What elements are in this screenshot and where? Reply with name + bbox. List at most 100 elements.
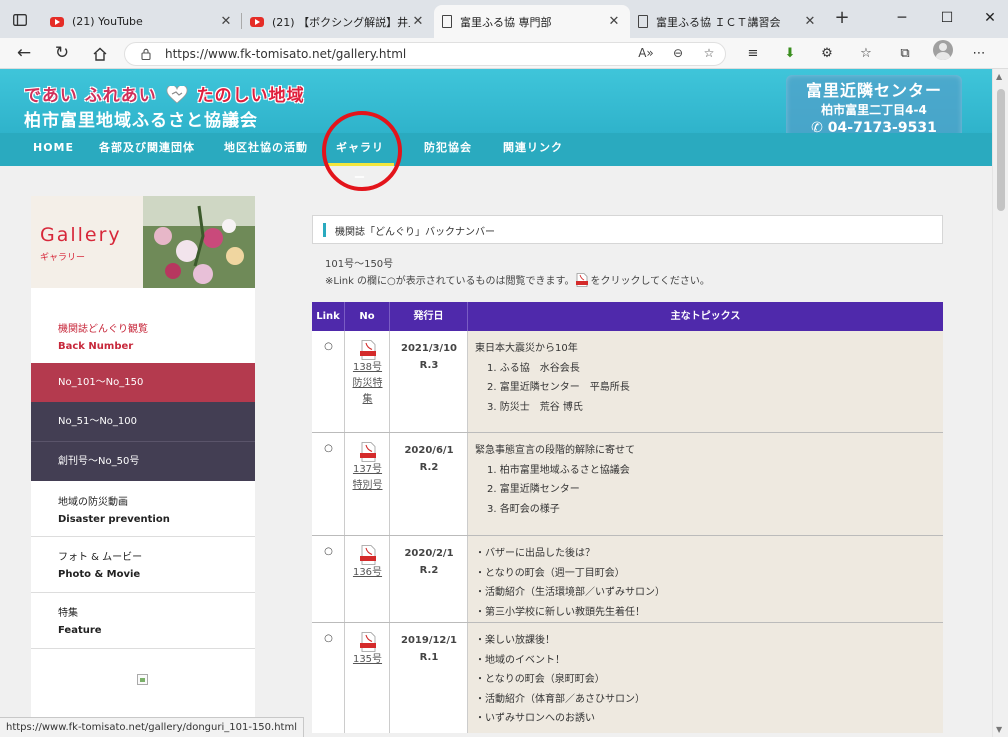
tab-title: 富里ふる協 ＩＣＴ講習会	[656, 15, 781, 29]
sidebar-item-label: 機関誌どんぐり観覧	[58, 324, 148, 335]
issue-link[interactable]: 136号	[349, 565, 386, 581]
reading-icon[interactable]: ≡	[744, 45, 762, 63]
scroll-down-icon[interactable]: ▼	[996, 725, 1002, 734]
sidebar-item-label-en: Back Number	[58, 341, 134, 352]
issue-topics: ・バザーに出品した後は？ ・となりの町会（週一丁目町会） ・活動紹介（生活環境部…	[475, 548, 665, 618]
sidebar-item-label-en: Photo & Movie	[58, 569, 141, 580]
read-aloud-icon[interactable]: A»	[637, 46, 655, 60]
sidebar-item-feature[interactable]: 特集 Feature	[31, 604, 255, 636]
browser-tab-active[interactable]: 富里ふる協 専門部 ✕	[434, 5, 630, 38]
tab-title: 富里ふる協 専門部	[460, 15, 552, 29]
issue-link[interactable]: 135号	[349, 652, 386, 668]
gallery-banner: Gallery ギャラリー	[31, 196, 255, 288]
window-close-button[interactable]: ✕	[975, 6, 1005, 30]
table-row: ○ 136号 2020/2/1 R.2 ・バザーに出品した後は？ ・となりの町会（…	[312, 536, 943, 623]
sidebar-item-label: 地域の防災動画	[58, 497, 128, 508]
pdf-icon[interactable]	[359, 340, 377, 360]
issue-date: 2019/12/1 R.1	[400, 635, 457, 663]
issue-date: 2020/2/1 R.2	[404, 548, 454, 576]
note-prefix: ※Link の欄に○が表示されているものは閲覧できます。	[325, 276, 575, 287]
page-viewport: であい ふれあい たのしい地域 柏市富里地域ふるさと協議会 富里近隣センター 柏…	[0, 69, 992, 737]
refresh-button[interactable]: ↻	[50, 42, 74, 66]
youtube-icon	[50, 16, 64, 27]
sidebar-subitem-1-50[interactable]: 創刊号～No_50号	[31, 442, 255, 481]
home-button[interactable]	[88, 42, 112, 66]
slogan-left: であい ふれあい	[24, 86, 157, 106]
nav-crime-prevention[interactable]: 防犯協会	[414, 133, 482, 166]
sidebar-item-back-number[interactable]: 機関誌どんぐり観覧 Back Number	[31, 320, 255, 352]
browser-tab-bar: (21) YouTube ✕ (21) 【ボクシング解説】井上尚弥に ✕ 富里ふ…	[0, 0, 1008, 38]
close-icon[interactable]: ✕	[218, 14, 234, 29]
sidebar: Gallery ギャラリー 機関誌どんぐり観覧 Back Number No_1…	[31, 196, 255, 726]
heart-handshake-icon	[166, 86, 188, 104]
section-heading: 機関誌「どんぐり」バックナンバー	[312, 215, 943, 244]
issue-topics: 東日本大震災から10年 1. ふる協 水谷会長 2. 富里近隣センター 平島所長…	[475, 343, 630, 413]
close-icon[interactable]: ✕	[802, 14, 818, 29]
browser-tab-boxing[interactable]: (21) 【ボクシング解説】井上尚弥に ✕	[242, 5, 434, 38]
pdf-icon[interactable]	[359, 442, 377, 462]
link-available-mark: ○	[324, 546, 333, 557]
close-icon[interactable]: ✕	[410, 14, 426, 29]
col-header-date: 発行日	[390, 302, 468, 331]
nav-council[interactable]: 地区社協の活動	[214, 133, 318, 166]
back-button[interactable]: ←	[12, 42, 36, 66]
issue-date: 2020/6/1 R.2	[404, 445, 454, 473]
col-header-link: Link	[312, 302, 345, 331]
note-text: ※Link の欄に○が表示されているものは閲覧できます。 をクリックしてください。	[325, 272, 710, 287]
favorites-icon[interactable]: ☆	[857, 45, 875, 63]
link-available-mark: ○	[324, 341, 333, 352]
nav-links[interactable]: 関連リンク	[493, 133, 573, 166]
page-scrollbar[interactable]: ▲ ▼	[992, 69, 1008, 737]
issue-topics: 緊急事態宣言の段階的解除に寄せて 1. 柏市富里地域ふるさと協議会 2. 富里近…	[475, 445, 635, 515]
tab-actions-icon[interactable]	[6, 8, 34, 32]
issue-link[interactable]: 138号 防災特集	[349, 360, 386, 408]
nav-groups[interactable]: 各部及び関連団体	[89, 133, 205, 166]
profile-avatar[interactable]	[933, 40, 953, 60]
issue-topics: ・楽しい放課後！ ・地域のイベント！ ・となりの町会（泉町町会） ・活動紹介（体…	[475, 635, 645, 724]
maximize-button[interactable]: ☐	[932, 6, 962, 30]
nav-home[interactable]: HOME	[23, 133, 84, 166]
sidebar-item-disaster-prevention[interactable]: 地域の防災動画 Disaster prevention	[31, 493, 255, 525]
pdf-icon[interactable]	[359, 545, 377, 565]
center-info-box: 富里近隣センター 柏市富里二丁目4-4 ✆ 04-7173-9531	[786, 75, 962, 139]
center-address: 柏市富里二丁目4-4	[821, 103, 927, 117]
back-number-table: Link No 発行日 主なトピックス ○ 138号 防災特集 2021/3/10…	[312, 302, 943, 733]
table-row: ○ 138号 防災特集 2021/3/10 R.3 東日本大震災から10年 1. ふ…	[312, 331, 943, 433]
issue-date: 2021/3/10 R.3	[400, 343, 457, 371]
scroll-thumb[interactable]	[997, 89, 1005, 211]
sidebar-subitem-51-100[interactable]: No_51～No_100	[31, 402, 255, 441]
site-slogan: であい ふれあい たのしい地域	[24, 81, 305, 106]
lock-icon[interactable]	[141, 48, 151, 60]
browser-tab-ict[interactable]: 富里ふる協 ＩＣＴ講習会 ✕	[630, 5, 826, 38]
col-header-topics: 主なトピックス	[670, 311, 741, 322]
extension-download-icon[interactable]: ⬇	[781, 45, 799, 63]
center-name: 富里近隣センター	[805, 81, 942, 100]
issue-link[interactable]: 137号 特別号	[349, 462, 386, 494]
nav-gallery[interactable]: ギャラリー	[326, 133, 394, 184]
slogan-right: たのしい地域	[196, 86, 305, 106]
collections-icon[interactable]: ⧉	[896, 45, 914, 63]
new-tab-button[interactable]: +	[832, 9, 852, 29]
table-header: Link No 発行日 主なトピックス	[312, 302, 943, 331]
zoom-icon[interactable]: ⊖	[669, 46, 687, 60]
extensions-icon[interactable]: ⚙	[818, 45, 836, 63]
sidebar-item-photo-movie[interactable]: フォト & ムービー Photo & Movie	[31, 548, 255, 580]
youtube-icon	[250, 16, 264, 27]
favorite-star-icon[interactable]: ☆	[700, 46, 718, 60]
sidebar-item-label-en: Disaster prevention	[58, 514, 170, 525]
range-text: 101号～150号	[325, 259, 394, 270]
address-toolbar: ← ↻ https://www.fk-tomisato.net/gallery.…	[0, 38, 1008, 69]
url-text: https://www.fk-tomisato.net/gallery.html	[165, 47, 407, 61]
close-icon[interactable]: ✕	[606, 14, 622, 29]
browser-tab-youtube[interactable]: (21) YouTube ✕	[42, 5, 242, 38]
pdf-icon[interactable]	[359, 632, 377, 652]
address-bar[interactable]: https://www.fk-tomisato.net/gallery.html…	[124, 42, 726, 66]
global-nav: HOME 各部及び関連団体 地区社協の活動 ギャラリー 防犯協会 関連リンク	[0, 133, 992, 184]
minimize-button[interactable]: ─	[887, 6, 917, 30]
table-row: ○ 137号 特別号 2020/6/1 R.2 緊急事態宣言の段階的解除に寄せて 1…	[312, 433, 943, 536]
sidebar-item-label: 特集	[58, 608, 78, 619]
sidebar-subitem-101-150[interactable]: No_101～No_150	[31, 363, 255, 402]
sidebar-item-label-en: Feature	[58, 625, 102, 636]
scroll-up-icon[interactable]: ▲	[996, 72, 1002, 81]
more-menu-icon[interactable]: ⋯	[970, 45, 988, 63]
